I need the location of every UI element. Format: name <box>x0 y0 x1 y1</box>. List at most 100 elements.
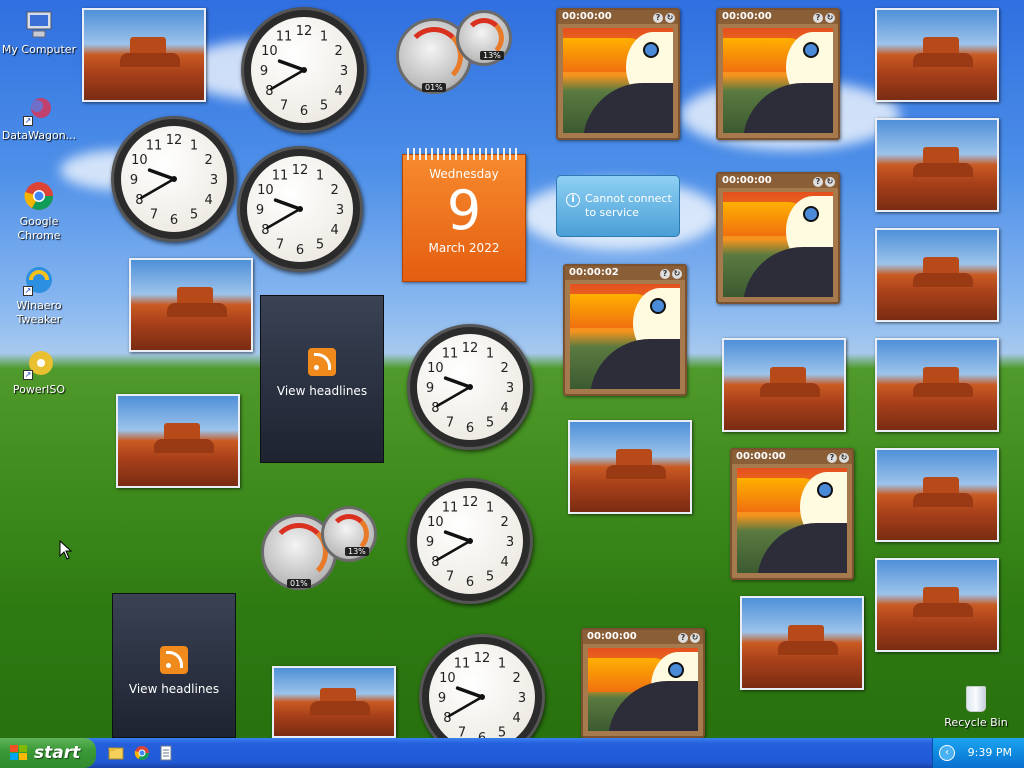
shortcut-arrow-icon: ↗ <box>23 286 33 296</box>
clock-gadget[interactable]: 123456789101112 <box>407 324 533 450</box>
refresh-icon[interactable]: ↻ <box>839 453 849 463</box>
memory-usage-value: 13% <box>480 51 504 60</box>
slideshow-gadget[interactable] <box>272 666 396 738</box>
clock-numeral: 8 <box>443 711 451 726</box>
slideshow-gadget[interactable] <box>82 8 206 102</box>
clock-numeral: 9 <box>256 203 264 218</box>
clock-numeral: 12 <box>166 133 183 148</box>
clock-numeral: 9 <box>426 535 434 550</box>
picture-puzzle-gadget[interactable]: 00:00:00? ↻ <box>556 8 680 140</box>
clock-minute-hand <box>435 385 472 408</box>
refresh-icon[interactable]: ↻ <box>665 13 675 23</box>
desktop-icon-recycle-bin[interactable]: Recycle Bin <box>940 686 1012 729</box>
cpu-usage-value: 01% <box>287 579 311 588</box>
clock-gadget[interactable]: 123456789101112 <box>407 478 533 604</box>
clock-numeral: 2 <box>501 361 509 376</box>
weather-gadget[interactable]: i Cannot connect to service <box>556 175 680 237</box>
taskbar-clock[interactable]: 9:39 PM <box>968 746 1012 759</box>
clock-numeral: 9 <box>426 381 434 396</box>
help-icon[interactable]: ? <box>827 453 837 463</box>
rss-icon <box>160 646 188 674</box>
clock-gadget[interactable]: 123456789101112 <box>111 116 237 242</box>
clock-numeral: 5 <box>486 416 494 431</box>
clock-numeral: 12 <box>462 495 479 510</box>
help-icon[interactable]: ? <box>653 13 663 23</box>
help-icon[interactable]: ? <box>813 13 823 23</box>
help-icon[interactable]: ? <box>813 177 823 187</box>
clock-gadget[interactable]: 123456789101112 <box>237 146 363 272</box>
clock-numeral: 3 <box>506 535 514 550</box>
desktop-icon-label: PowerISO <box>12 383 66 396</box>
calendar-day: 9 <box>446 179 482 242</box>
clock-minute-hand <box>265 207 302 230</box>
desktop-icon-datawagon[interactable]: ↗ DataWagon... <box>1 94 77 143</box>
picture-puzzle-gadget[interactable]: 00:00:00? ↻ <box>730 448 854 580</box>
chrome-quicklaunch-icon[interactable] <box>134 745 150 761</box>
clock-numeral: 10 <box>427 361 444 376</box>
clock-numeral: 7 <box>276 238 284 253</box>
clock-numeral: 11 <box>272 168 289 183</box>
start-button[interactable]: start <box>0 738 96 768</box>
rss-feed-gadget[interactable]: View headlines <box>112 593 236 738</box>
rss-view-headlines[interactable]: View headlines <box>277 384 367 398</box>
desktop-icon-poweriso[interactable]: ↗ PowerISO <box>1 348 77 397</box>
slideshow-gadget[interactable] <box>875 8 999 102</box>
desktop-icon-winaero-tweaker[interactable]: ↗ Winaero Tweaker <box>1 264 77 327</box>
slideshow-gadget[interactable] <box>740 596 864 690</box>
clock-gadget[interactable]: 123456789101112 <box>241 7 367 133</box>
clock-numeral: 2 <box>205 153 213 168</box>
taskbar: start ‹ 9:39 PM <box>0 738 1024 768</box>
help-icon[interactable]: ? <box>678 633 688 643</box>
rss-feed-gadget[interactable]: View headlines <box>260 295 384 463</box>
clock-numeral: 4 <box>335 84 343 99</box>
clock-numeral: 12 <box>474 651 491 666</box>
document-quicklaunch-icon[interactable] <box>158 745 174 761</box>
clock-numeral: 7 <box>446 416 454 431</box>
clock-numeral: 4 <box>331 223 339 238</box>
chevron-left-icon[interactable]: ‹ <box>939 745 955 761</box>
clock-numeral: 1 <box>190 138 198 153</box>
slideshow-gadget[interactable] <box>129 258 253 352</box>
clock-numeral: 4 <box>205 193 213 208</box>
slideshow-gadget[interactable] <box>875 338 999 432</box>
refresh-icon[interactable]: ↻ <box>825 13 835 23</box>
desktop-icon-my-computer[interactable]: My Computer <box>1 8 77 57</box>
explorer-quicklaunch-icon[interactable] <box>108 745 124 761</box>
clock-numeral: 2 <box>513 671 521 686</box>
slideshow-gadget[interactable] <box>875 448 999 542</box>
calendar-gadget[interactable]: Wednesday 9 March 2022 <box>402 148 526 282</box>
slideshow-gadget[interactable] <box>875 558 999 652</box>
slideshow-gadget[interactable] <box>116 394 240 488</box>
system-tray: ‹ 9:39 PM <box>932 738 1024 768</box>
clock-numeral: 11 <box>146 138 163 153</box>
picture-puzzle-gadget[interactable]: 00:00:02? ↻ <box>563 264 687 396</box>
picture-puzzle-gadget[interactable]: 00:00:00? ↻ <box>716 8 840 140</box>
refresh-icon[interactable]: ↻ <box>672 269 682 279</box>
refresh-icon[interactable]: ↻ <box>825 177 835 187</box>
desktop-icon-google-chrome[interactable]: Google Chrome <box>1 180 77 243</box>
clock-numeral: 7 <box>446 570 454 585</box>
refresh-icon[interactable]: ↻ <box>690 633 700 643</box>
clock-hour-hand <box>443 530 472 543</box>
slideshow-gadget[interactable] <box>722 338 846 432</box>
picture-puzzle-gadget[interactable]: 00:00:00? ↻ <box>581 628 705 738</box>
clock-numeral: 9 <box>438 691 446 706</box>
clock-center-pin <box>301 67 307 73</box>
slideshow-gadget[interactable] <box>875 228 999 322</box>
help-icon[interactable]: ? <box>660 269 670 279</box>
clock-numeral: 8 <box>261 223 269 238</box>
clock-numeral: 11 <box>442 500 459 515</box>
desktop-icon-label: Recycle Bin <box>944 716 1008 729</box>
cpu-meter-gadget[interactable]: 01% 13% <box>396 10 520 100</box>
clock-numeral: 6 <box>466 575 474 590</box>
rss-view-headlines[interactable]: View headlines <box>129 682 219 696</box>
picture-puzzle-gadget[interactable]: 00:00:00? ↻ <box>716 172 840 304</box>
desktop-icon-label: Google Chrome <box>17 215 61 242</box>
clock-numeral: 11 <box>442 346 459 361</box>
slideshow-gadget[interactable] <box>875 118 999 212</box>
clock-numeral: 8 <box>265 84 273 99</box>
slideshow-gadget[interactable] <box>568 420 692 514</box>
desktop-icon-label: DataWagon... <box>1 129 77 142</box>
cpu-meter-gadget[interactable]: 01% 13% <box>261 506 385 596</box>
clock-hour-hand <box>147 168 176 181</box>
